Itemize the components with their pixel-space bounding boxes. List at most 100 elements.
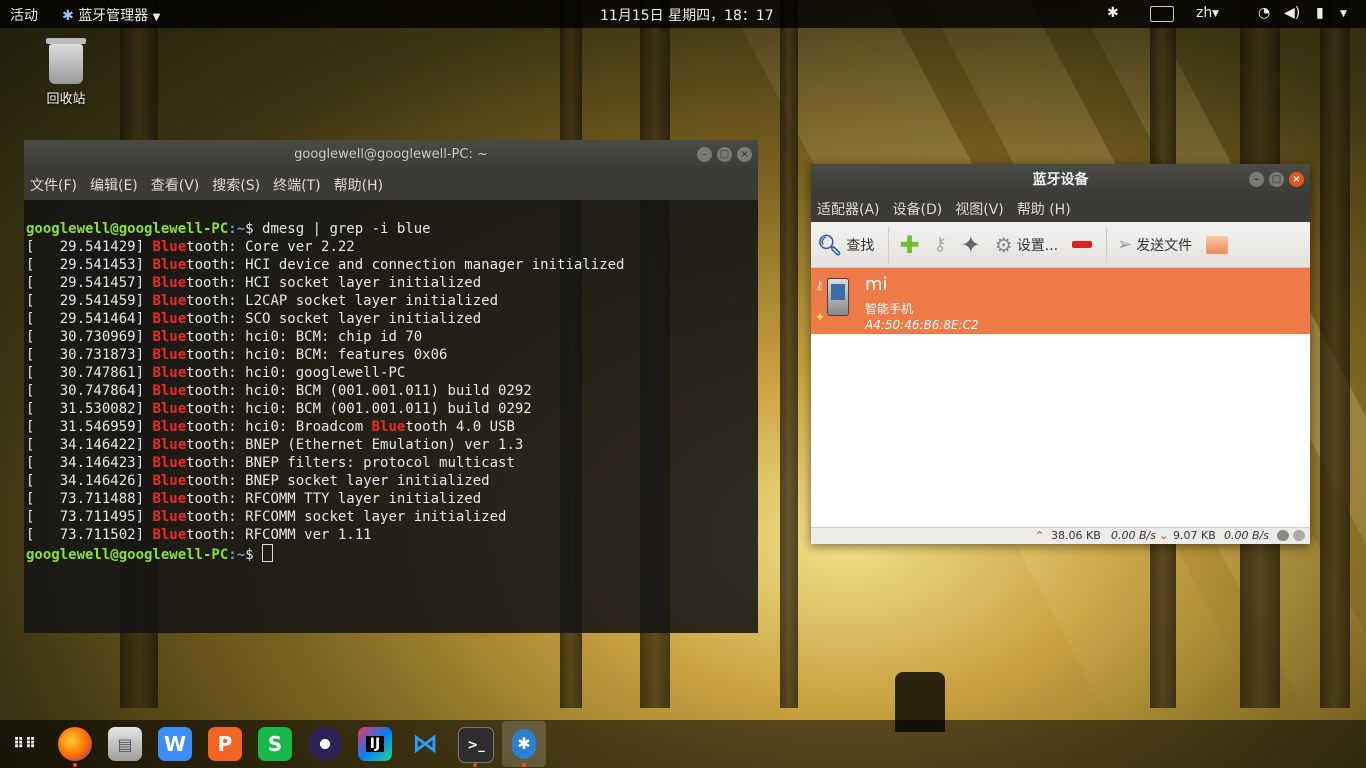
intellij-launcher[interactable]: IJ (358, 727, 392, 761)
output-text: tooth: hci0: Broadcom (186, 419, 372, 435)
menu-view[interactable]: 视图(V) (955, 199, 1004, 219)
minimize-button[interactable]: – (697, 147, 712, 162)
close-button[interactable]: × (1289, 172, 1304, 187)
bluetooth-icon: ✱ (62, 8, 74, 24)
wps-presentation-launcher[interactable]: P (208, 727, 242, 761)
menu-terminal[interactable]: 终端(T) (273, 175, 320, 195)
app-menu[interactable]: ✱ 蓝牙管理器 ▼ (62, 5, 160, 25)
volume-icon[interactable]: ◀) (1284, 5, 1300, 21)
plus-icon: ✚ (899, 230, 920, 259)
output-text: tooth: BNEP (Ethernet Emulation) ver 1.3 (186, 437, 524, 453)
eclipse-launcher[interactable] (308, 727, 342, 761)
menu-view[interactable]: 查看(V) (151, 175, 200, 195)
output-line: [ 29.541457] Bluetooth: HCI socket layer… (26, 274, 758, 292)
star-icon: ✦ (960, 230, 981, 259)
device-list-item[interactable]: ⚷ ✦ mi 智能手机 A4:50:46:B6:8E:C2 (811, 268, 1310, 334)
clock[interactable]: 11月15日 星期四，18：17 (600, 5, 774, 25)
tx-indicator-icon (1277, 530, 1289, 541)
search-icon: 🔍︎ (817, 232, 843, 257)
trust-button[interactable]: ✦ (961, 231, 981, 259)
bluetooth-manager-window[interactable]: 蓝牙设备 – □ × 适配器(A) 设备(D) 视图(V) 帮助 (H) 🔍︎ … (811, 164, 1310, 544)
trash-desktop-icon[interactable]: 回收站 (36, 38, 96, 107)
terminal-window[interactable]: googlewell@googlewell-PC: ~ – □ × 文件(F) … (24, 140, 758, 633)
pair-button[interactable]: ⚷ (934, 234, 947, 255)
terminal-icon: >_ (467, 737, 485, 753)
terminal-titlebar[interactable]: googlewell@googlewell-PC: ~ – □ × (24, 140, 758, 170)
activities-button[interactable]: 活动 (10, 5, 38, 25)
output-text: [ 30.730969] (26, 329, 153, 345)
browse-files-button[interactable] (1206, 235, 1229, 254)
output-line: [ 29.541464] Bluetooth: SCO socket layer… (26, 310, 758, 328)
upload-arrow-icon: ⌃ (1035, 529, 1045, 542)
chevron-down-icon: ▼ (152, 12, 161, 23)
menu-help[interactable]: 帮助(H) (334, 175, 383, 195)
menu-device[interactable]: 设备(D) (893, 199, 943, 219)
match-highlight: Blue (152, 455, 187, 471)
output-text: [ 34.146426] (26, 473, 153, 489)
output-line: [ 73.711502] Bluetooth: RFCOMM ver 1.11 (26, 526, 758, 544)
output-text: [ 29.541429] (26, 239, 153, 255)
trash-icon (46, 38, 86, 84)
search-label: 查找 (846, 237, 875, 254)
send-file-button[interactable]: ➢ 发送文件 (1117, 234, 1192, 255)
maximize-button[interactable]: □ (717, 147, 732, 162)
terminal-launcher[interactable]: >_ (458, 727, 494, 763)
wps-spreadsheet-launcher[interactable]: S (258, 727, 292, 761)
output-line: [ 31.530082] Bluetooth: hci0: BCM (001.0… (26, 400, 758, 418)
wps-writer-launcher[interactable]: W (158, 727, 192, 761)
paper-plane-icon: ➢ (1117, 234, 1133, 255)
output-text: [ 29.541457] (26, 275, 153, 291)
match-highlight: Blue (371, 419, 406, 435)
bluetooth-status-icon[interactable]: ✱ (1107, 5, 1119, 21)
search-button[interactable]: 🔍︎ 查找 (817, 233, 874, 257)
output-text: [ 34.146423] (26, 455, 153, 471)
wps-spreadsheet-icon: S (267, 732, 283, 756)
settings-button[interactable]: ⚙ 设置... (995, 233, 1058, 257)
output-line: [ 30.731873] Bluetooth: hci0: BCM: featu… (26, 346, 758, 364)
output-text: tooth: SCO socket layer initialized (186, 311, 482, 327)
bluetooth-manager-launcher[interactable]: ✱ (502, 721, 546, 767)
download-total: 9.07 KB (1173, 529, 1216, 542)
wifi-icon[interactable]: ◔ (1258, 5, 1270, 21)
device-name: mi (865, 274, 888, 295)
output-line: [ 30.730969] Bluetooth: hci0: BCM: chip … (26, 328, 758, 346)
menu-help[interactable]: 帮助 (H) (1017, 199, 1071, 219)
output-line: [ 30.747864] Bluetooth: hci0: BCM (001.0… (26, 382, 758, 400)
show-applications-button[interactable]: ⠿⠿ (8, 727, 42, 761)
app-grid-icon: ⠿⠿ (13, 736, 37, 752)
files-launcher[interactable]: ▤ (108, 727, 142, 761)
output-line: [ 34.146422] Bluetooth: BNEP (Ethernet E… (26, 436, 758, 454)
keyboard-icon[interactable] (1150, 6, 1174, 22)
menu-file[interactable]: 文件(F) (30, 175, 77, 195)
output-line: [ 29.541429] Bluetooth: Core ver 2.22 (26, 238, 758, 256)
input-method[interactable]: zh (1196, 5, 1212, 21)
output-text: tooth: hci0: BCM (001.001.011) build 029… (186, 401, 532, 417)
toolbar-separator (1106, 226, 1108, 263)
minimize-button[interactable]: – (1249, 172, 1264, 187)
add-device-button[interactable]: ✚ (899, 231, 919, 259)
close-button[interactable]: × (737, 147, 752, 162)
output-text: tooth: RFCOMM TTY layer initialized (186, 491, 482, 507)
menu-adapter[interactable]: 适配器(A) (817, 199, 880, 219)
maximize-button[interactable]: □ (1269, 172, 1284, 187)
menu-edit[interactable]: 编辑(E) (90, 175, 138, 195)
vscode-launcher[interactable]: ⋈ (408, 727, 442, 761)
dock: ⠿⠿ ▤ W P S IJ ⋈ >_ ✱ (0, 720, 1366, 768)
terminal-output[interactable]: googlewell@googlewell-PC:~$ dmesg | grep… (24, 200, 758, 600)
output-text: tooth: BNEP socket layer initialized (186, 473, 490, 489)
bluetooth-titlebar[interactable]: 蓝牙设备 – □ × (811, 164, 1310, 196)
match-highlight: Blue (152, 329, 187, 345)
remove-device-button[interactable] (1072, 241, 1093, 248)
output-text: tooth: RFCOMM ver 1.11 (186, 527, 372, 543)
battery-icon[interactable]: ▮ (1316, 5, 1324, 21)
match-highlight: Blue (152, 257, 187, 273)
upload-rate: 0.00 B/s (1111, 529, 1156, 542)
prompt-user: googlewell@googlewell-PC (26, 221, 229, 237)
match-highlight: Blue (152, 311, 187, 327)
menu-search[interactable]: 搜索(S) (212, 175, 260, 195)
firefox-launcher[interactable] (58, 727, 92, 761)
match-highlight: Blue (152, 275, 187, 291)
rx-indicator-icon (1293, 530, 1305, 541)
bluetooth-window-title: 蓝牙设备 (1032, 172, 1089, 188)
settings-label: 设置... (1016, 237, 1059, 254)
